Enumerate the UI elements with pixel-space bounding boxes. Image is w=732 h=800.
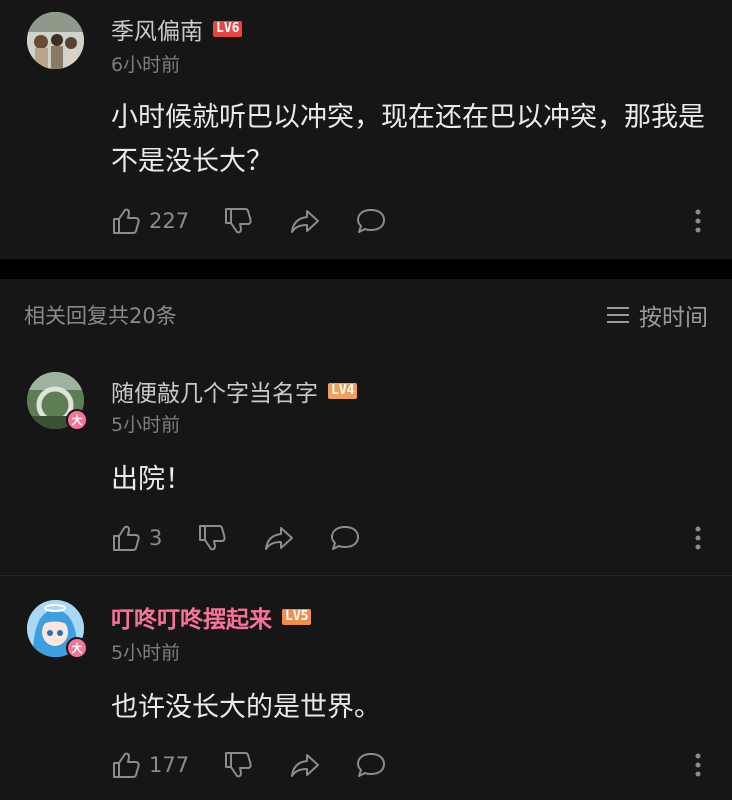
replies-count: 相关回复共20条 <box>24 304 177 328</box>
level-badge: LV6 <box>213 21 243 37</box>
user-badge: 大 <box>66 637 88 659</box>
more-button[interactable] <box>694 208 702 234</box>
more-dots-icon <box>695 526 701 550</box>
thumbs-down-icon <box>225 208 252 234</box>
avatar[interactable]: 大 <box>27 372 88 431</box>
username[interactable]: 叮咚叮咚摆起来 <box>111 600 272 634</box>
avatar[interactable] <box>27 12 84 69</box>
action-bar: 3 <box>111 521 702 555</box>
comment-time: 5小时前 <box>111 414 181 436</box>
dislike-button[interactable] <box>223 206 253 236</box>
like-button[interactable]: 177 <box>111 750 223 780</box>
reply-button[interactable] <box>355 750 387 780</box>
reply-item: 大 叮咚叮咚摆起来 LV5 5小时前 也许没长大的是世界。 177 <box>0 588 732 800</box>
group-photo-avatar-icon <box>27 12 84 69</box>
comment-content: 也许没长大的是世界。 <box>111 692 381 723</box>
thumbs-down-icon <box>199 525 226 551</box>
dislike-button[interactable] <box>223 750 253 780</box>
thumbs-down-icon <box>225 752 252 778</box>
username[interactable]: 随便敲几个字当名字 <box>111 374 318 408</box>
share-arrow-icon <box>291 210 319 233</box>
dislike-button[interactable] <box>197 523 227 553</box>
thumbs-up-icon <box>113 752 140 778</box>
more-dots-icon <box>695 753 701 777</box>
share-arrow-icon <box>291 754 319 777</box>
reply-item: 大 随便敲几个字当名字 LV4 5小时前 出院！ 3 <box>0 360 732 575</box>
like-button[interactable]: 227 <box>111 206 223 236</box>
level-badge: LV4 <box>328 383 358 399</box>
main-comment: 季风偏南 LV6 6小时前 小时候就听巴以冲突，现在还在巴以冲突，那我是不是没长… <box>0 0 732 259</box>
reply-button[interactable] <box>355 206 387 236</box>
like-count: 177 <box>149 753 190 777</box>
comment-bubble-icon <box>357 209 385 233</box>
reply-button[interactable] <box>329 523 361 553</box>
more-button[interactable] <box>694 752 702 778</box>
comment-content: 小时候就听巴以冲突，现在还在巴以冲突，那我是不是没长大？ <box>111 102 705 177</box>
like-count: 227 <box>149 209 190 233</box>
comment-bubble-icon <box>357 753 385 777</box>
comment-content: 出院！ <box>111 464 192 495</box>
thumbs-up-icon <box>113 208 140 234</box>
sort-label: 按时间 <box>639 305 708 331</box>
more-button[interactable] <box>694 525 702 551</box>
more-dots-icon <box>695 209 701 233</box>
level-badge: LV5 <box>282 609 312 625</box>
comment-time: 5小时前 <box>111 642 181 664</box>
menu-lines-icon <box>607 307 629 323</box>
sort-button[interactable]: 按时间 <box>607 298 708 332</box>
share-button[interactable] <box>263 523 295 553</box>
section-divider <box>0 259 732 279</box>
user-badge: 大 <box>66 409 88 431</box>
comment-time: 6小时前 <box>111 54 181 76</box>
username[interactable]: 季风偏南 <box>111 12 203 46</box>
share-button[interactable] <box>289 206 321 236</box>
thumbs-up-icon <box>113 525 140 551</box>
action-bar: 177 <box>111 748 702 782</box>
like-count: 3 <box>149 526 163 550</box>
action-bar: 227 <box>111 204 702 238</box>
replies-header: 相关回复共20条 按时间 <box>0 296 732 336</box>
comment-bubble-icon <box>331 526 359 550</box>
share-button[interactable] <box>289 750 321 780</box>
share-arrow-icon <box>265 527 293 550</box>
like-button[interactable]: 3 <box>111 523 197 553</box>
avatar[interactable]: 大 <box>27 600 88 659</box>
reply-separator <box>0 575 732 576</box>
